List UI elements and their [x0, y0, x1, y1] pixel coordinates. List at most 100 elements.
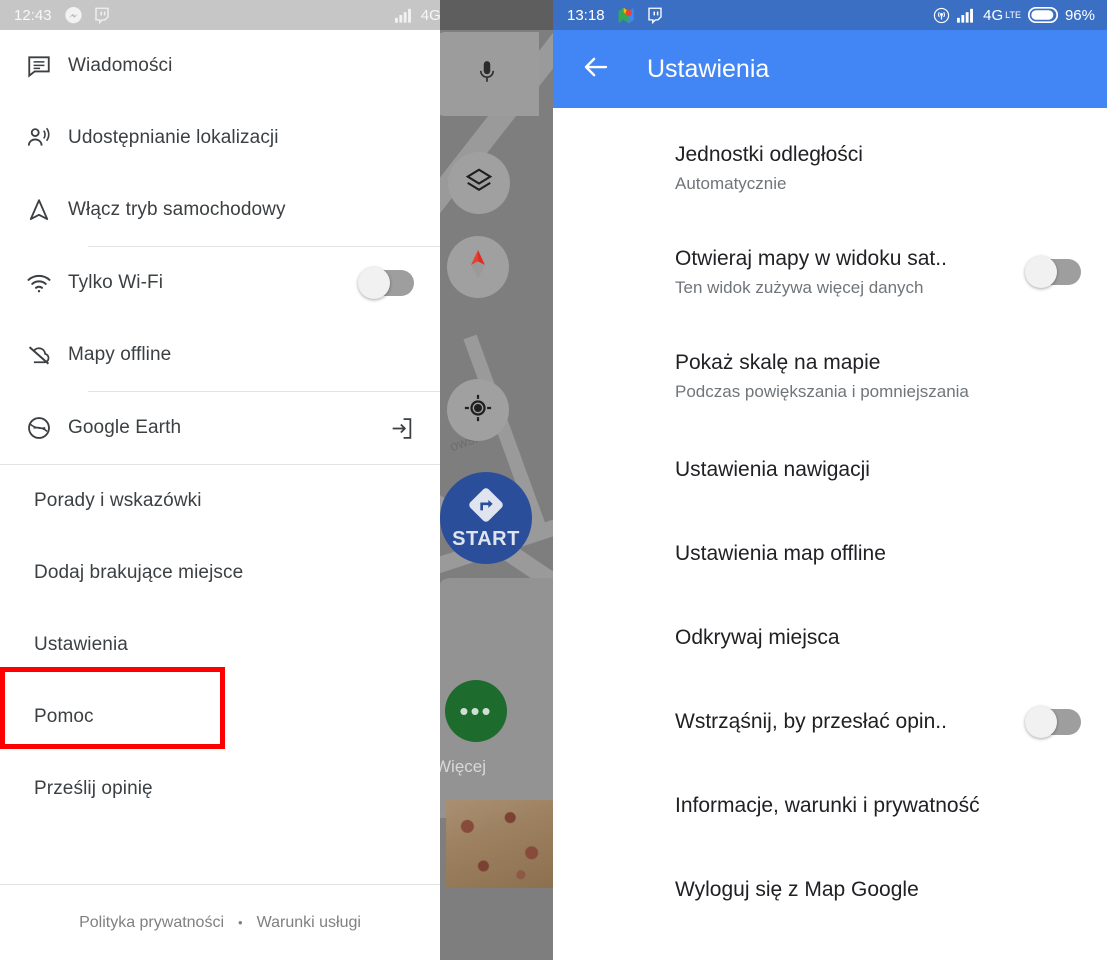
- ellipsis-icon: •••: [459, 695, 493, 726]
- drawer-item-label: Google Earth: [68, 417, 182, 438]
- settings-item-about-terms-privacy[interactable]: Informacje, warunki i prywatność: [553, 764, 1107, 848]
- shake-to-feedback-toggle[interactable]: [1025, 706, 1081, 738]
- privacy-policy-link[interactable]: Polityka prywatności: [79, 914, 224, 932]
- network-type-label: 4G: [983, 6, 1004, 24]
- twitch-icon: [93, 6, 111, 24]
- settings-item-shake-to-feedback[interactable]: Wstrząśnij, by przesłać opin..: [553, 680, 1107, 764]
- toggle-track: [1025, 706, 1081, 738]
- settings-item-discover-places[interactable]: Odkrywaj miejsca: [553, 596, 1107, 680]
- place-photo-thumbnail[interactable]: [446, 800, 553, 888]
- settings-item-title: Wstrząśnij, by przesłać opin..: [675, 710, 947, 733]
- compass-button[interactable]: [447, 236, 509, 298]
- battery-icon: [1027, 7, 1058, 23]
- drawer-item-label: Porady i wskazówki: [34, 490, 202, 511]
- back-arrow-icon[interactable]: [581, 52, 611, 87]
- footer-separator: •: [238, 915, 243, 930]
- drawer-item-label: Udostępnianie lokalizacji: [68, 127, 279, 148]
- wifi-icon: [26, 272, 68, 294]
- wifi-only-toggle[interactable]: [358, 267, 440, 299]
- settings-item-navigation-settings[interactable]: Ustawienia nawigacji: [553, 428, 1107, 512]
- layers-icon: [464, 166, 494, 201]
- toggle-knob: [1025, 256, 1057, 288]
- status-time: 12:43: [14, 6, 52, 24]
- settings-item-subtitle: Automatycznie: [675, 173, 787, 193]
- terms-of-service-link[interactable]: Warunki usługi: [257, 914, 361, 932]
- network-sub-label: LTE: [1005, 10, 1021, 20]
- drawer-item-label: Pomoc: [34, 706, 94, 727]
- page-title: Ustawienia: [647, 54, 770, 83]
- drawer-item-tips[interactable]: Porady i wskazówki: [0, 465, 440, 537]
- drawer-item-label: Wiadomości: [68, 55, 173, 76]
- status-bar-dim-overlay: [440, 0, 553, 30]
- drawer-item-help[interactable]: Pomoc: [0, 681, 440, 753]
- signal-bars-icon: [394, 8, 414, 23]
- microphone-button[interactable]: [435, 32, 539, 116]
- navigation-arrow-icon: [26, 197, 68, 223]
- location-sharing-icon: [26, 125, 68, 151]
- settings-item-distance-units[interactable]: Jednostki odległości Automatycznie: [553, 116, 1107, 220]
- settings-item-satellite-view[interactable]: Otwieraj mapy w widoku sat.. Ten widok z…: [553, 220, 1107, 324]
- status-time: 13:18: [567, 6, 605, 24]
- satellite-view-toggle[interactable]: [1025, 256, 1081, 288]
- settings-app-bar: Ustawienia: [553, 30, 1107, 108]
- settings-item-title: Pokaż skalę na mapie: [675, 350, 881, 374]
- drawer-item-label: Prześlij opinię: [34, 778, 153, 799]
- dual-screenshot-comparison: owska START ••• Więcej 12:43 4G Wiadomoś…: [0, 0, 1107, 960]
- toggle-track: [1025, 256, 1081, 288]
- settings-item-sign-out[interactable]: Wyloguj się z Map Google: [553, 848, 1107, 932]
- navigation-drawer: Wiadomości Udostępnianie lokalizacji Włą…: [0, 30, 440, 960]
- my-location-icon: [463, 393, 493, 428]
- settings-item-subtitle: Ten widok zużywa więcej danych: [675, 277, 924, 297]
- toggle-knob: [358, 267, 390, 299]
- compass-icon: [465, 248, 491, 287]
- drawer-item-location-sharing[interactable]: Udostępnianie lokalizacji: [0, 102, 440, 174]
- settings-item-offline-maps-settings[interactable]: Ustawienia map offline: [553, 512, 1107, 596]
- drawer-item-label: Tylko Wi-Fi: [68, 272, 164, 293]
- settings-item-title: Ustawienia nawigacji: [675, 458, 870, 481]
- more-button[interactable]: •••: [445, 680, 507, 742]
- settings-list[interactable]: Powiadomienia Jednostki odległości Autom…: [553, 108, 1107, 960]
- right-status-bar: 13:18 4G LTE 96%: [553, 0, 1107, 30]
- more-label: Więcej: [435, 757, 487, 776]
- google-maps-icon: [617, 6, 636, 25]
- settings-item-title: Informacje, warunki i prywatność: [675, 794, 980, 817]
- drawer-item-google-earth[interactable]: Google Earth: [0, 392, 440, 464]
- drawer-footer: Polityka prywatności • Warunki usługi: [0, 884, 440, 960]
- settings-item-title: Ustawienia map offline: [675, 542, 886, 565]
- hotspot-icon: [933, 7, 950, 24]
- twitch-icon: [646, 6, 664, 24]
- cloud-off-icon: [26, 343, 68, 367]
- drawer-item-offline-maps[interactable]: Mapy offline: [0, 319, 440, 391]
- drawer-item-settings[interactable]: Ustawienia: [0, 609, 440, 681]
- toggle-knob: [1025, 706, 1057, 738]
- toggle-track: [358, 267, 414, 299]
- settings-item-subtitle: Podczas powiększania i pomniejszania: [675, 381, 969, 401]
- google-earth-icon: [26, 415, 68, 441]
- settings-item-title: Odkrywaj miejsca: [675, 626, 840, 649]
- open-external-icon[interactable]: [389, 416, 440, 441]
- drawer-item-send-feedback[interactable]: Prześlij opinię: [0, 753, 440, 825]
- right-phone-screen: 13:18 4G LTE 96% Ustawienia Jednostki od…: [553, 0, 1107, 960]
- settings-item-map-scale[interactable]: Pokaż skalę na mapie Podczas powiększani…: [553, 324, 1107, 428]
- my-location-button[interactable]: [447, 379, 509, 441]
- drawer-item-wifi-only[interactable]: Tylko Wi-Fi: [0, 247, 440, 319]
- drawer-item-messages[interactable]: Wiadomości: [0, 30, 440, 102]
- left-phone-screen: owska START ••• Więcej 12:43 4G Wiadomoś…: [0, 0, 553, 960]
- signal-bars-icon: [957, 8, 976, 23]
- drawer-item-driving-mode[interactable]: Włącz tryb samochodowy: [0, 174, 440, 246]
- settings-item-title: Jednostki odległości: [675, 142, 863, 166]
- drawer-item-label: Włącz tryb samochodowy: [68, 199, 286, 220]
- message-icon: [26, 53, 68, 79]
- drawer-item-label: Dodaj brakujące miejsce: [34, 562, 244, 583]
- start-navigation-button[interactable]: START: [440, 472, 532, 564]
- map-layers-button[interactable]: [448, 152, 510, 214]
- messenger-icon: [64, 6, 83, 25]
- drawer-item-add-place[interactable]: Dodaj brakujące miejsce: [0, 537, 440, 609]
- navigation-turn-icon: [466, 485, 506, 530]
- start-button-label: START: [452, 528, 520, 550]
- battery-percent-label: 96%: [1064, 6, 1095, 24]
- settings-item-title: Wyloguj się z Map Google: [675, 878, 919, 901]
- microphone-icon: [474, 57, 500, 92]
- drawer-item-label: Mapy offline: [68, 344, 172, 365]
- settings-item-title: Otwieraj mapy w widoku sat..: [675, 246, 947, 270]
